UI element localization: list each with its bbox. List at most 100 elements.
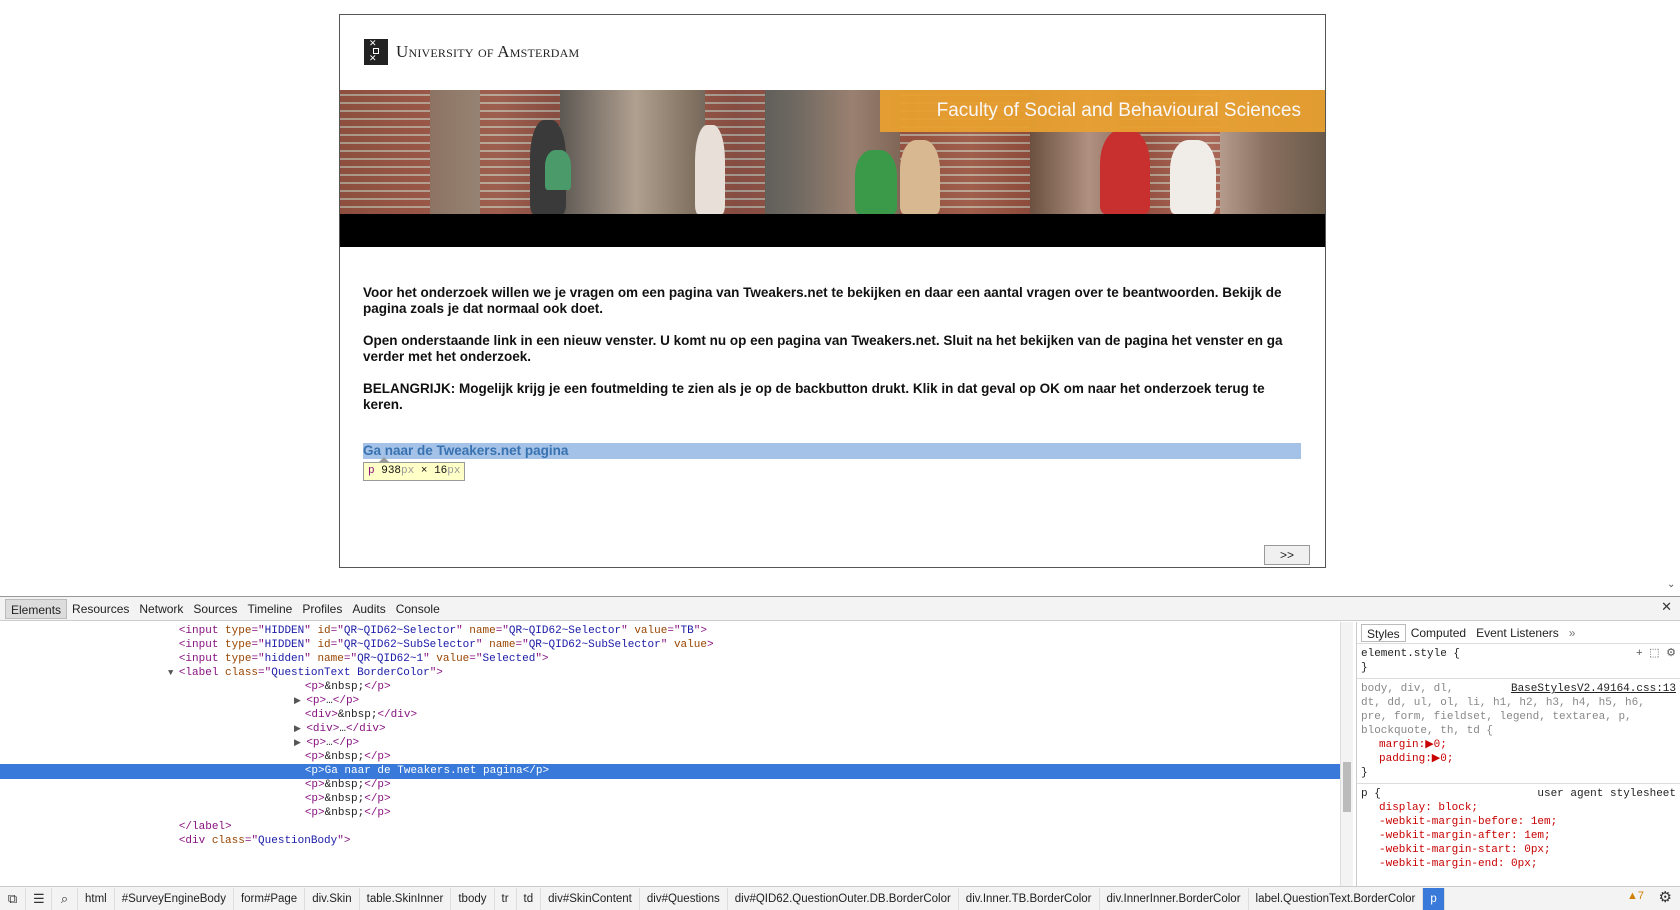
crumb-item[interactable]: div#QID62.QuestionOuter.DB.BorderColor (728, 887, 959, 910)
dom-node-markup: <p>…</p> (306, 695, 360, 707)
warning-count-badge[interactable]: ▲7 (1627, 890, 1644, 902)
expand-triangle-icon[interactable] (168, 626, 179, 636)
dock-icon[interactable]: ⧉ (0, 887, 26, 910)
tab-resources[interactable]: Resources (67, 599, 134, 619)
next-button[interactable]: >> (1264, 545, 1310, 565)
crumb-item[interactable]: div#SkinContent (541, 887, 640, 910)
dom-node[interactable]: <div>&nbsp;</div> (0, 708, 1340, 723)
expand-triangle-icon[interactable] (294, 682, 305, 692)
crumb-item[interactable]: tr (495, 887, 517, 910)
dom-node[interactable]: <input type="hidden" name="QR~QID62~1" v… (0, 652, 1340, 667)
chevron-down-icon[interactable]: ⌄ (1667, 579, 1675, 590)
crumb-item[interactable]: form#Page (234, 887, 306, 910)
tooltip-width: 938 (381, 465, 402, 477)
expand-triangle-icon[interactable] (168, 654, 179, 664)
tab-console[interactable]: Console (391, 599, 445, 619)
crumb-item[interactable]: table.SkinInner (360, 887, 452, 910)
crumb-item-selected[interactable]: p (1423, 887, 1445, 910)
dom-node[interactable]: <p>&nbsp;</p> (0, 680, 1340, 695)
dom-node[interactable]: <div class="QuestionBody"> (0, 834, 1340, 849)
expand-triangle-icon[interactable] (294, 794, 305, 804)
tab-timeline[interactable]: Timeline (242, 599, 297, 619)
tab-audits[interactable]: Audits (347, 599, 390, 619)
devtools-tabs: Elements Resources Network Sources Timel… (0, 597, 1680, 621)
css-prop-margin[interactable]: margin:▶0; (1361, 738, 1676, 752)
expand-triangle-icon[interactable] (168, 836, 179, 846)
crumb-item[interactable]: html (78, 887, 115, 910)
dom-node[interactable]: ▼ <label class="QuestionText BorderColor… (0, 666, 1340, 681)
dom-node-markup: <div>…</div> (306, 723, 386, 735)
dom-node[interactable]: ▶ <div>…</div> (0, 722, 1340, 737)
css-prop-display: display: block; (1379, 802, 1479, 814)
dom-node[interactable]: ▶ <p>…</p> (0, 736, 1340, 751)
crumb-item[interactable]: label.QuestionText.BorderColor (1249, 887, 1424, 910)
css-prop-margin-start: -webkit-margin-start: 0px; (1379, 844, 1551, 856)
tab-elements[interactable]: Elements (5, 598, 68, 619)
dom-node-markup: <p>…</p> (306, 737, 360, 749)
expand-triangle-icon[interactable]: ▼ (168, 668, 179, 678)
chevron-more-icon[interactable]: » (1564, 624, 1581, 642)
page-scrollbar[interactable]: ⌄ (1664, 0, 1680, 596)
dom-scrollbar-thumb[interactable] (1343, 762, 1351, 812)
tooltip-unit-w: px (401, 465, 415, 477)
page-scrollbar-thumb[interactable] (1668, 2, 1676, 572)
css-prop-padding[interactable]: padding:▶0; (1361, 752, 1676, 766)
dom-node[interactable]: ▶ <p>…</p> (0, 694, 1340, 709)
dom-node[interactable]: <p>&nbsp;</p> (0, 792, 1340, 807)
add-rule-icon[interactable]: + ⬚ ⚙ (1636, 647, 1676, 661)
crumb-item[interactable]: #SurveyEngineBody (115, 887, 234, 910)
crumb-item[interactable]: div.InnerInner.BorderColor (1100, 887, 1249, 910)
tab-styles[interactable]: Styles (1361, 623, 1406, 642)
base-styles-source-link[interactable]: BaseStylesV2.49164.css:13 (1511, 682, 1676, 696)
crumb-item[interactable]: div.Skin (305, 887, 360, 910)
dom-node-markup: <p>&nbsp;</p> (304, 681, 391, 693)
dom-node[interactable]: </label> (0, 820, 1340, 835)
dom-node-markup: </label> (178, 821, 232, 833)
element-style-rule[interactable]: element.style { + ⬚ ⚙ } (1357, 644, 1680, 679)
expand-triangle-icon[interactable] (294, 780, 305, 790)
tab-event-listeners[interactable]: Event Listeners (1471, 624, 1564, 642)
crumb-item[interactable]: td (517, 887, 542, 910)
expand-triangle-icon[interactable]: ▶ (294, 696, 306, 706)
close-icon[interactable]: ✕ (1661, 599, 1672, 615)
faculty-title: Faculty of Social and Behavioural Scienc… (936, 100, 1301, 121)
search-icon[interactable]: ⌕ (52, 887, 78, 910)
dom-node[interactable]: <p>&nbsp;</p> (0, 750, 1340, 765)
crumb-item[interactable]: tbody (451, 887, 495, 910)
dom-node-markup: <div>&nbsp;</div> (304, 709, 418, 721)
styles-sidebar: Styles Computed Event Listeners » elemen… (1356, 622, 1680, 886)
expand-triangle-icon[interactable] (294, 710, 305, 720)
dom-node-markup: <p>&nbsp;</p> (304, 779, 391, 791)
crumb-item[interactable]: div#Questions (640, 887, 728, 910)
dom-tree[interactable]: <input type="HIDDEN" id="QR~QID62~Select… (0, 622, 1340, 886)
dom-node[interactable]: <p>&nbsp;</p> (0, 778, 1340, 793)
expand-triangle-icon[interactable]: ▶ (294, 724, 306, 734)
crumb-item[interactable]: div.Inner.TB.BorderColor (959, 887, 1100, 910)
gear-icon[interactable]: ⚙ (1659, 888, 1672, 906)
dom-node-selected[interactable]: <p>Ga naar de Tweakers.net pagina</p> (0, 764, 1340, 779)
expand-triangle-icon[interactable] (294, 808, 305, 818)
console-drawer-icon[interactable]: ☰ (26, 887, 52, 910)
base-styles-selector: body, div, dl, (1361, 683, 1454, 695)
dom-node[interactable]: <p>&nbsp;</p> (0, 806, 1340, 821)
dom-node-markup: <input type="HIDDEN" id="QR~QID62~SubSel… (178, 639, 714, 651)
tweakers-link[interactable]: Ga naar de Tweakers.net pagina (363, 443, 568, 459)
expand-triangle-icon[interactable] (168, 640, 179, 650)
expand-triangle-icon[interactable] (294, 766, 305, 776)
intro-paragraph: Voor het onderzoek willen we je vragen o… (363, 285, 1282, 316)
expand-triangle-icon[interactable] (294, 752, 305, 762)
tab-computed[interactable]: Computed (1406, 624, 1471, 642)
expand-triangle-icon[interactable] (168, 822, 179, 832)
dom-scrollbar[interactable] (1340, 622, 1353, 886)
expand-triangle-icon[interactable]: ▶ (294, 738, 306, 748)
base-styles-rule[interactable]: BaseStylesV2.49164.css:13 body, div, dl,… (1357, 679, 1680, 784)
dom-node-markup: <p>&nbsp;</p> (304, 793, 391, 805)
tab-sources[interactable]: Sources (188, 599, 242, 619)
tab-network[interactable]: Network (134, 599, 188, 619)
tooltip-unit-h: px (447, 465, 461, 477)
dom-node-markup: <input type="HIDDEN" id="QR~QID62~Select… (178, 625, 707, 637)
user-agent-label: user agent stylesheet (1537, 788, 1676, 800)
tab-profiles[interactable]: Profiles (297, 599, 347, 619)
dom-node[interactable]: <input type="HIDDEN" id="QR~QID62~SubSel… (0, 638, 1340, 653)
dom-node[interactable]: <input type="HIDDEN" id="QR~QID62~Select… (0, 624, 1340, 639)
